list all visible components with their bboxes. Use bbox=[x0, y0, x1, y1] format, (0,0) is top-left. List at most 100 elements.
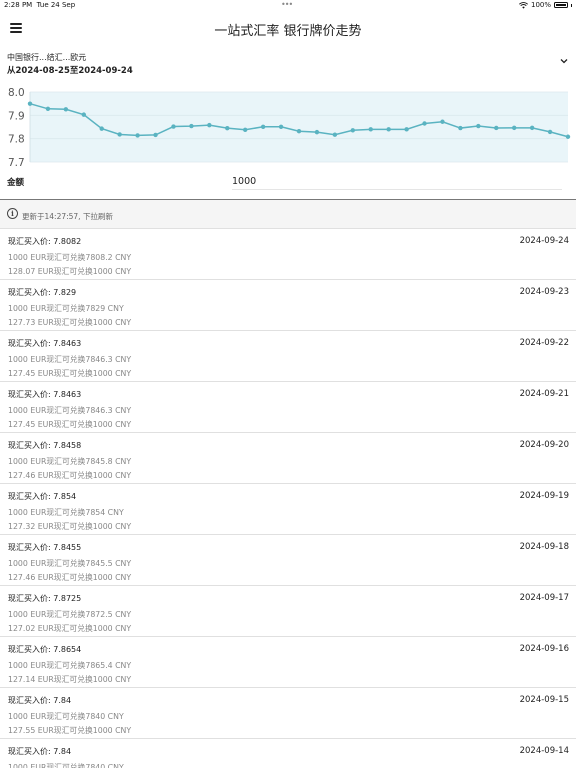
date-label: 2024-09-17 bbox=[519, 593, 569, 603]
date-label: 2024-09-15 bbox=[519, 695, 569, 705]
conversion-reverse: 127.02 EUR现汇可兑换1000 CNY bbox=[8, 624, 132, 633]
data-point bbox=[63, 107, 69, 112]
amount-input[interactable] bbox=[232, 174, 562, 190]
rate-label: 现汇买入价: 7.854 bbox=[8, 492, 77, 501]
status-date: Tue 24 Sep bbox=[36, 1, 76, 9]
amount-label: 金额 bbox=[7, 178, 25, 188]
data-point bbox=[27, 101, 33, 106]
data-point bbox=[45, 106, 51, 111]
conversion-forward: 1000 EUR现汇可兑换7846.3 CNY bbox=[8, 406, 132, 415]
list-item[interactable]: 现汇买入价: 7.8458 2024-09-20 1000 EUR现汇可兑换7845… bbox=[0, 433, 576, 484]
wifi-icon bbox=[519, 1, 528, 9]
battery-tip bbox=[571, 3, 572, 7]
data-point bbox=[117, 132, 122, 137]
data-point bbox=[332, 132, 338, 137]
list-item[interactable]: 现汇买入价: 7.8654 2024-09-16 1000 EUR现汇可兑换7865… bbox=[0, 637, 576, 688]
data-point bbox=[565, 134, 571, 139]
battery-percent: 100% bbox=[530, 1, 551, 9]
data-point bbox=[494, 125, 499, 131]
y-tick-label: 8.0 bbox=[8, 87, 25, 99]
update-text: 更新于14:27:57, 下拉刷新 bbox=[22, 212, 113, 221]
data-point bbox=[260, 124, 266, 129]
rate-label: 现汇买入价: 7.8458 bbox=[8, 441, 82, 450]
rate-label: 现汇买入价: 7.84 bbox=[8, 696, 72, 705]
data-point bbox=[350, 128, 355, 133]
date-label: 2024-09-22 bbox=[519, 338, 569, 348]
conversion-forward: 1000 EUR现汇可兑换7845.5 CNY bbox=[8, 559, 132, 568]
info-icon: i bbox=[7, 208, 18, 219]
multitask-dots-icon[interactable]: ••• bbox=[281, 0, 293, 9]
date-label: 2024-09-20 bbox=[519, 440, 569, 450]
list-item[interactable]: 现汇买入价: 7.8463 2024-09-22 1000 EUR现汇可兑换7846… bbox=[0, 331, 576, 382]
conversion-forward: 1000 EUR现汇可兑换7845.8 CNY bbox=[8, 457, 132, 466]
bank-currency-selector[interactable]: 中国银行...结汇...欧元 从2024-08-25至2024-09-24 bbox=[0, 48, 576, 78]
rate-trend-chart[interactable]: 8.0 7.9 7.8 7.7 bbox=[0, 84, 576, 168]
data-point bbox=[278, 124, 284, 129]
list-item[interactable]: 现汇买入价: 7.8725 2024-09-17 1000 EUR现汇可兑换7872… bbox=[0, 586, 576, 637]
conversion-forward: 1000 EUR现汇可兑换7840 CNY bbox=[8, 763, 124, 768]
bank-currency-label: 中国银行...结汇...欧元 bbox=[7, 53, 87, 62]
conversion-forward: 1000 EUR现汇可兑换7865.4 CNY bbox=[8, 661, 132, 670]
rate-label: 现汇买入价: 7.8463 bbox=[8, 390, 82, 399]
data-point bbox=[189, 123, 194, 129]
data-point bbox=[296, 129, 302, 134]
data-point bbox=[314, 129, 320, 135]
conversion-forward: 1000 EUR现汇可兑换7854 CNY bbox=[8, 508, 124, 517]
data-point bbox=[404, 127, 409, 132]
rate-label: 现汇买入价: 7.84 bbox=[8, 747, 72, 756]
conversion-reverse: 127.46 EUR现汇可兑换1000 CNY bbox=[8, 471, 132, 480]
data-point bbox=[386, 127, 391, 132]
conversion-forward: 1000 EUR现汇可兑换7808.2 CNY bbox=[8, 253, 132, 262]
list-item[interactable]: 现汇买入价: 7.84 2024-09-15 1000 EUR现汇可兑换7840 C… bbox=[0, 688, 576, 739]
data-point bbox=[476, 123, 481, 129]
battery-icon bbox=[554, 2, 568, 8]
conversion-forward: 1000 EUR现汇可兑换7846.3 CNY bbox=[8, 355, 132, 364]
date-label: 2024-09-23 bbox=[519, 287, 569, 297]
data-point bbox=[243, 127, 248, 132]
list-item[interactable]: 现汇买入价: 7.8082 2024-09-24 1000 EUR现汇可兑换7808… bbox=[0, 229, 576, 280]
rate-label: 现汇买入价: 7.8654 bbox=[8, 645, 82, 654]
list-item[interactable]: 现汇买入价: 7.8463 2024-09-21 1000 EUR现汇可兑换7846… bbox=[0, 382, 576, 433]
conversion-reverse: 127.14 EUR现汇可兑换1000 CNY bbox=[8, 675, 132, 684]
conversion-forward: 1000 EUR现汇可兑换7840 CNY bbox=[8, 712, 124, 721]
app-bar: 一站式汇率 银行牌价走势 bbox=[0, 12, 576, 44]
data-point bbox=[207, 122, 212, 128]
rate-label: 现汇买入价: 7.8463 bbox=[8, 339, 82, 348]
chevron-down-icon[interactable] bbox=[559, 56, 569, 66]
conversion-reverse: 127.45 EUR现汇可兑换1000 CNY bbox=[8, 369, 132, 378]
page-title: 一站式汇率 银行牌价走势 bbox=[214, 24, 362, 39]
data-point bbox=[135, 133, 140, 138]
rate-label: 现汇买入价: 7.829 bbox=[8, 288, 77, 297]
rate-label: 现汇买入价: 7.8082 bbox=[8, 237, 82, 246]
date-label: 2024-09-14 bbox=[519, 746, 569, 756]
date-label: 2024-09-19 bbox=[519, 491, 569, 501]
data-point bbox=[99, 126, 104, 131]
list-item[interactable]: 现汇买入价: 7.829 2024-09-23 1000 EUR现汇可兑换7829 … bbox=[0, 280, 576, 331]
conversion-forward: 1000 EUR现汇可兑换7829 CNY bbox=[8, 304, 124, 313]
data-point bbox=[512, 125, 517, 131]
list-item[interactable]: 现汇买入价: 7.8455 2024-09-18 1000 EUR现汇可兑换7845… bbox=[0, 535, 576, 586]
data-point bbox=[547, 129, 553, 135]
data-point bbox=[81, 112, 87, 117]
date-range-label: 从2024-08-25至2024-09-24 bbox=[7, 66, 133, 76]
conversion-reverse: 127.55 EUR现汇可兑换1000 CNY bbox=[8, 726, 132, 735]
list-item[interactable]: 现汇买入价: 7.84 2024-09-14 1000 EUR现汇可兑换7840 C… bbox=[0, 739, 576, 768]
data-point bbox=[529, 125, 535, 131]
date-label: 2024-09-21 bbox=[519, 389, 569, 399]
rate-label: 现汇买入价: 7.8455 bbox=[8, 543, 82, 552]
list-item[interactable]: 现汇买入价: 7.854 2024-09-19 1000 EUR现汇可兑换7854 … bbox=[0, 484, 576, 535]
y-tick-label: 7.7 bbox=[8, 157, 25, 168]
conversion-reverse: 128.07 EUR现汇可兑换1000 CNY bbox=[8, 267, 132, 276]
status-time: 2:28 PM Tue 24 Sep bbox=[4, 1, 75, 9]
date-label: 2024-09-24 bbox=[519, 236, 569, 246]
rate-history-list: 现汇买入价: 7.8082 2024-09-24 1000 EUR现汇可兑换7808… bbox=[0, 229, 576, 768]
y-tick-label: 7.9 bbox=[8, 110, 25, 122]
status-bar: 2:28 PM Tue 24 Sep ••• 100% bbox=[0, 0, 576, 12]
data-point bbox=[440, 119, 445, 124]
rate-label: 现汇买入价: 7.8725 bbox=[8, 594, 82, 603]
data-point bbox=[171, 124, 176, 129]
status-right: 100% bbox=[519, 1, 572, 9]
conversion-forward: 1000 EUR现汇可兑换7872.5 CNY bbox=[8, 610, 132, 619]
data-point bbox=[225, 125, 230, 131]
y-tick-label: 7.8 bbox=[8, 134, 25, 146]
